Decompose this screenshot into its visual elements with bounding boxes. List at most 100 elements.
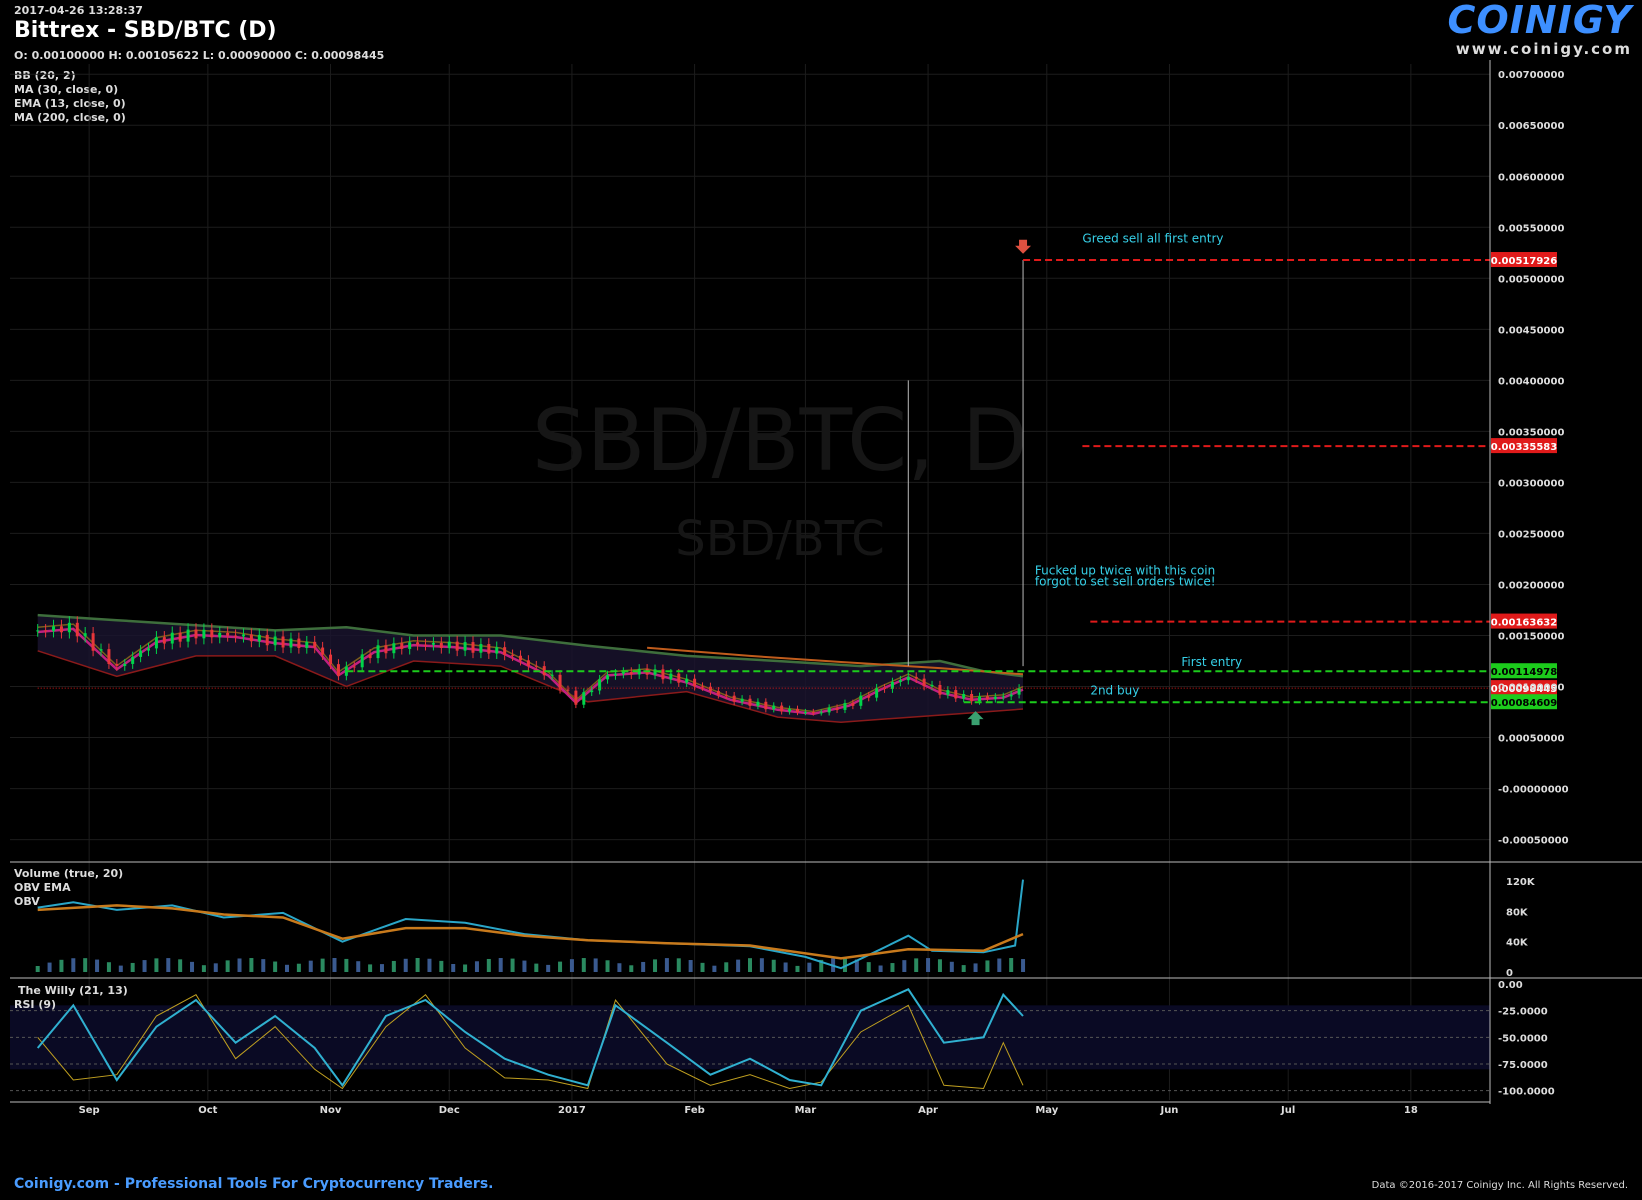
- candle-body: [590, 690, 594, 693]
- candle-body: [265, 634, 269, 646]
- volume-bar: [795, 965, 800, 972]
- candle-body: [827, 707, 831, 713]
- volume-bar: [237, 958, 242, 972]
- candle-body: [851, 703, 855, 706]
- volume-bar: [142, 960, 147, 972]
- candle-body: [336, 664, 340, 676]
- volume-bar: [700, 962, 705, 972]
- volume-bar: [486, 958, 491, 972]
- candle-body: [479, 644, 483, 653]
- candle-body: [922, 678, 926, 687]
- candle-body: [606, 675, 610, 680]
- volume-bar: [629, 965, 634, 972]
- candle-body: [756, 701, 760, 706]
- candle-body: [44, 630, 48, 632]
- bb-fill: [37, 615, 1023, 723]
- volume-bar: [213, 963, 218, 972]
- annotation-text: First entry: [1181, 655, 1242, 669]
- volume-bar: [534, 963, 539, 972]
- volume-bar: [474, 961, 479, 972]
- oscillator-panel[interactable]: [10, 988, 1490, 1092]
- candle-body: [249, 634, 253, 642]
- volume-bar: [379, 964, 384, 972]
- candle-body: [360, 654, 364, 668]
- volume-bar: [748, 958, 752, 972]
- candle-body: [811, 711, 815, 713]
- chart-canvas[interactable]: SBD/BTC, D SBD/BTC 0.00517926 0.00335583 0…: [0, 0, 1642, 1200]
- candle-body: [701, 686, 705, 688]
- volume-bar: [926, 958, 931, 972]
- candle-body: [75, 622, 79, 637]
- candle-body: [234, 635, 238, 637]
- volume-bar: [201, 965, 206, 972]
- y-tick-label: 0.00350000: [1498, 427, 1564, 438]
- candle-body: [835, 707, 839, 710]
- volume-bar: [285, 964, 290, 972]
- price-level-label: 0.00084609: [1491, 698, 1557, 709]
- candle-body: [748, 698, 752, 706]
- candle-body: [962, 694, 966, 699]
- volume-bar: [558, 961, 563, 972]
- volume-legend-obv-ema: OBV EMA: [14, 881, 71, 894]
- candle-body: [780, 705, 784, 712]
- candle-body: [843, 703, 847, 710]
- volume-bar: [344, 958, 349, 972]
- candle-body: [321, 647, 325, 655]
- volume-panel[interactable]: [35, 879, 1026, 972]
- volume-bar: [391, 960, 396, 972]
- candle-body: [598, 679, 602, 691]
- volume-bar: [190, 961, 195, 972]
- candle-body: [677, 673, 681, 683]
- volume-bar: [463, 964, 468, 972]
- candle-body: [107, 649, 111, 664]
- candle-body: [764, 701, 768, 710]
- volume-bar: [664, 958, 669, 972]
- candle-body: [384, 645, 388, 654]
- watermark: SBD/BTC, D SBD/BTC: [532, 391, 1028, 567]
- volume-bar: [569, 959, 574, 972]
- candle-body: [329, 654, 333, 665]
- candle-body: [566, 689, 570, 691]
- axes: Sep Oct Nov Dec 2017 Feb Mar Apr May Jun Jul 18 0.00…: [10, 60, 1642, 1116]
- watermark-main: SBD/BTC, D: [532, 391, 1028, 491]
- candle-body: [36, 630, 40, 632]
- candle-body: [83, 633, 87, 637]
- volume-bar: [973, 963, 978, 972]
- volume-legend-obv: OBV: [14, 895, 40, 908]
- volume-bar: [759, 958, 764, 972]
- footer-tagline[interactable]: Coinigy.com - Professional Tools For Cry…: [14, 1176, 493, 1192]
- candle-body: [416, 642, 420, 645]
- candle-body: [376, 645, 380, 659]
- candle-body: [511, 654, 515, 656]
- candle-body: [67, 622, 71, 633]
- volume-bar: [1009, 958, 1014, 972]
- candle-body: [526, 660, 530, 666]
- candle-body: [289, 638, 293, 648]
- candle-body: [954, 690, 958, 699]
- y-tick-label: 0.00700000: [1498, 70, 1564, 81]
- candle-body: [582, 692, 586, 705]
- candle-body: [1017, 688, 1021, 695]
- candle-body: [534, 665, 538, 667]
- candle-body: [471, 642, 475, 653]
- candle-body: [170, 632, 174, 644]
- y-tick-label: 0.00400000: [1498, 376, 1564, 387]
- volume-bar: [866, 962, 871, 972]
- candle-body: [400, 643, 404, 649]
- volume-tick-label: 0: [1506, 968, 1513, 979]
- x-tick-label: Mar: [795, 1105, 817, 1116]
- volume-bar: [807, 962, 812, 972]
- candle-body: [503, 647, 507, 655]
- candle-body: [194, 629, 198, 639]
- volume-bar: [71, 958, 76, 972]
- candle-body: [297, 638, 301, 649]
- candle-body: [495, 647, 499, 654]
- candle-body: [123, 663, 127, 666]
- volume-bar: [783, 962, 788, 972]
- volume-bar: [546, 964, 551, 972]
- volume-bar: [166, 958, 171, 972]
- labels: Volume (true, 20) OBV EMA OBV The Willy …: [14, 867, 128, 1011]
- candle-body: [162, 637, 166, 644]
- candle-body: [487, 644, 491, 654]
- candle-body: [661, 669, 665, 680]
